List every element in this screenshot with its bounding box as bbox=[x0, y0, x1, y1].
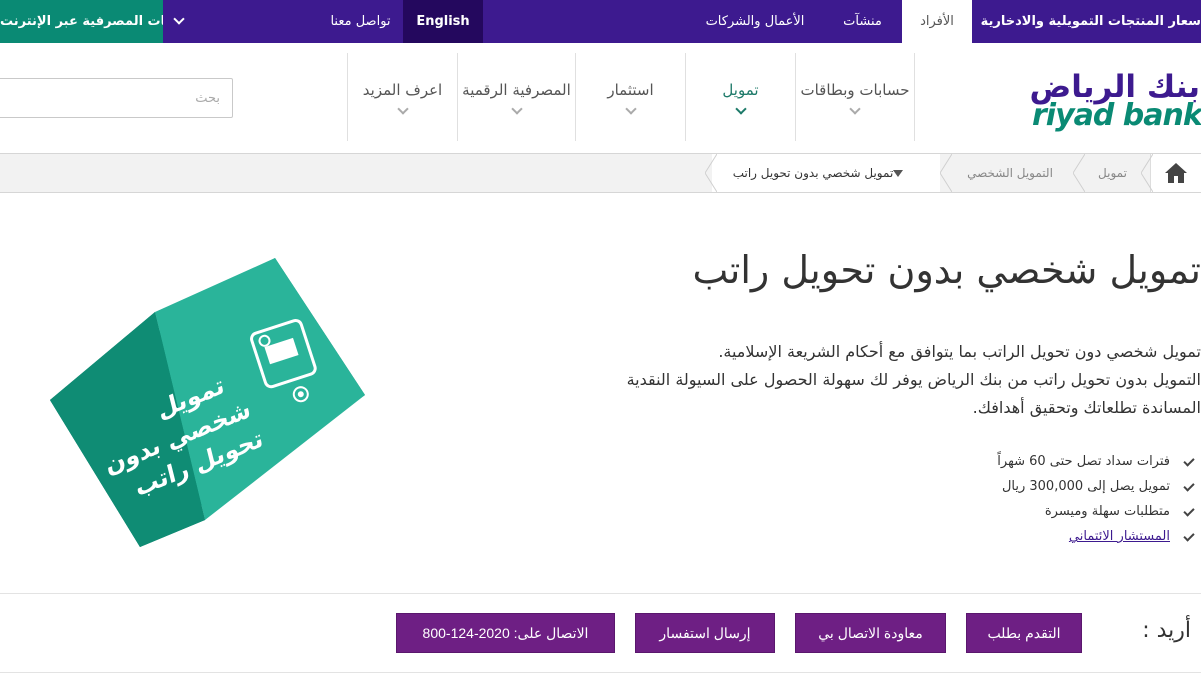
tab-prices[interactable]: أسعار المنتجات التمويلية والادخارية bbox=[981, 0, 1201, 43]
feature-item: المستشار الائتماني bbox=[955, 524, 1195, 549]
nav-item-label: استثمار bbox=[607, 81, 654, 99]
nav-item-label: اعرف المزيد bbox=[362, 81, 443, 99]
logo-english: riyad bank bbox=[1032, 98, 1201, 133]
nav-item-finance[interactable]: تمويل bbox=[685, 53, 795, 141]
inquiry-button[interactable]: إرسال استفسار bbox=[635, 613, 775, 653]
nav-item-label: المصرفية الرقمية bbox=[462, 81, 571, 99]
description-line: التمويل بدون تحويل راتب من بنك الرياض يو… bbox=[626, 370, 1201, 389]
chevron-down-icon bbox=[849, 103, 861, 115]
page-title: تمويل شخصي بدون تحويل راتب bbox=[692, 248, 1201, 292]
chevron-down-icon bbox=[173, 13, 185, 25]
top-bar: الخدمات المصرفية عبر الإنترنت تواصل معنا… bbox=[0, 0, 1201, 43]
online-banking-label: الخدمات المصرفية عبر الإنترنت bbox=[0, 14, 163, 29]
chevron-down-icon bbox=[510, 103, 523, 115]
nav-item-digital[interactable]: المصرفية الرقمية bbox=[457, 53, 575, 141]
feature-text: فترات سداد تصل حتى 60 شهراً bbox=[997, 454, 1170, 469]
check-icon bbox=[1183, 531, 1195, 543]
tab-individuals[interactable]: الأفراد bbox=[902, 0, 972, 43]
check-icon bbox=[1183, 481, 1195, 493]
language-switch[interactable]: English bbox=[403, 0, 483, 43]
feature-item: فترات سداد تصل حتى 60 شهراً bbox=[955, 449, 1195, 474]
nav-item-accounts[interactable]: حسابات وبطاقات bbox=[795, 53, 915, 141]
breadcrumb: تمويل التمويل الشخصي تمويل شخصي بدون تحو… bbox=[0, 153, 1201, 193]
search-input[interactable] bbox=[0, 78, 233, 118]
feature-text: تمويل يصل إلى 300,000 ريال bbox=[1001, 479, 1170, 494]
tab-establishments[interactable]: منشآت bbox=[830, 0, 895, 43]
breadcrumb-finance[interactable]: تمويل bbox=[1080, 154, 1145, 192]
callback-button[interactable]: معاودة الاتصال بي bbox=[795, 613, 946, 653]
apply-button[interactable]: التقدم بطلب bbox=[966, 613, 1082, 653]
online-banking-dropdown[interactable] bbox=[163, 0, 195, 43]
description-line: تمويل شخصي دون تحويل الراتب بما يتوافق م… bbox=[718, 342, 1201, 361]
breadcrumb-current-label: تمويل شخصي بدون تحويل راتب bbox=[732, 166, 894, 180]
home-link[interactable] bbox=[1150, 154, 1201, 192]
check-icon bbox=[1183, 506, 1195, 518]
breadcrumb-separator bbox=[705, 154, 717, 192]
feature-text: متطلبات سهلة وميسرة bbox=[1044, 504, 1170, 519]
breadcrumb-current[interactable]: تمويل شخصي بدون تحويل راتب bbox=[712, 154, 940, 192]
features-list: فترات سداد تصل حتى 60 شهراً تمويل يصل إل… bbox=[955, 449, 1195, 549]
contact-us-link[interactable]: تواصل معنا bbox=[318, 0, 403, 43]
feature-item: تمويل يصل إلى 300,000 ريال bbox=[955, 474, 1195, 499]
description: تمويل شخصي دون تحويل الراتب بما يتوافق م… bbox=[561, 338, 1201, 422]
chevron-down-icon bbox=[396, 103, 409, 115]
section-divider bbox=[0, 593, 1201, 594]
nav-item-invest[interactable]: استثمار bbox=[575, 53, 685, 141]
breadcrumb-separator bbox=[940, 154, 952, 192]
check-icon bbox=[1183, 456, 1195, 468]
finance-cube-illustration: تمويل شخصي بدون تحويل راتب bbox=[50, 258, 365, 547]
chevron-down-icon bbox=[734, 103, 747, 115]
want-label: أريد : bbox=[1142, 618, 1191, 643]
footer-divider bbox=[0, 672, 1201, 673]
main-header: اعرف المزيد المصرفية الرقمية استثمار تمو… bbox=[0, 43, 1201, 153]
riyad-bank-logo[interactable]: بنك الرياض riyad bank bbox=[1030, 69, 1201, 133]
feature-item: متطلبات سهلة وميسرة bbox=[955, 499, 1195, 524]
nav-item-label: حسابات وبطاقات bbox=[800, 81, 910, 99]
call-button[interactable]: الاتصال على: 2020-124-800 bbox=[396, 613, 615, 653]
nav-item-more[interactable]: اعرف المزيد bbox=[347, 53, 457, 141]
chevron-down-icon bbox=[624, 103, 637, 115]
caret-down-icon bbox=[893, 169, 904, 177]
breadcrumb-personal-finance[interactable]: التمويل الشخصي bbox=[945, 154, 1075, 192]
nav-item-label: تمويل bbox=[722, 81, 759, 99]
home-icon bbox=[1165, 163, 1187, 183]
advisor-link[interactable]: المستشار الائتماني bbox=[1069, 529, 1170, 544]
online-banking-button[interactable]: الخدمات المصرفية عبر الإنترنت bbox=[0, 0, 163, 43]
tab-business[interactable]: الأعمال والشركات bbox=[700, 0, 810, 43]
description-line: المساندة تطلعاتك وتحقيق أهدافك. bbox=[972, 398, 1201, 417]
